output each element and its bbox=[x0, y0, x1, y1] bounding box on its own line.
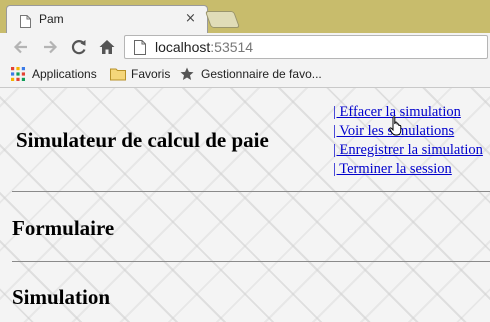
star-icon bbox=[180, 67, 194, 84]
back-arrow-icon[interactable] bbox=[11, 37, 31, 57]
close-tab-icon[interactable]: × bbox=[185, 11, 196, 27]
tab-title: Pam bbox=[39, 12, 64, 26]
url-text: localhost:53514 bbox=[155, 39, 253, 55]
hand-cursor-icon bbox=[389, 116, 403, 140]
section-heading-formulaire: Formulaire bbox=[12, 216, 115, 240]
browser-toolbar: localhost:53514 bbox=[0, 33, 490, 62]
bookmark-label: Gestionnaire de favo... bbox=[201, 67, 322, 81]
page-icon bbox=[20, 13, 31, 28]
divider bbox=[12, 191, 490, 192]
link-terminer-session[interactable]: | Terminer la session bbox=[333, 160, 483, 179]
url-port: :53514 bbox=[210, 39, 254, 55]
divider bbox=[12, 261, 490, 262]
section-heading-simulation: Simulation bbox=[12, 285, 111, 309]
bookmark-label: Favoris bbox=[131, 67, 171, 81]
reload-icon[interactable] bbox=[69, 37, 89, 57]
tab-strip: Pam × bbox=[0, 0, 490, 35]
link-effacer-simulation[interactable]: | Effacer la simulation bbox=[333, 103, 483, 122]
tab-pam[interactable]: Pam × bbox=[6, 5, 208, 35]
address-bar[interactable]: localhost:53514 bbox=[124, 35, 488, 59]
action-links: | Effacer la simulation | Voir les simul… bbox=[333, 103, 483, 179]
link-enregistrer-simulation[interactable]: | Enregistrer la simulation bbox=[333, 141, 483, 160]
page-icon bbox=[134, 40, 146, 59]
home-icon[interactable] bbox=[97, 37, 117, 57]
bookmark-label: Applications bbox=[32, 67, 97, 81]
forward-arrow-icon[interactable] bbox=[40, 37, 60, 57]
link-voir-simulations[interactable]: | Voir les simulations bbox=[333, 122, 483, 141]
page-title: Simulateur de calcul de paie bbox=[16, 128, 269, 152]
apps-grid-icon bbox=[11, 67, 25, 84]
bookmarks-bar: Applications Favoris Gestionnaire de fav… bbox=[0, 62, 490, 88]
new-tab-button[interactable] bbox=[204, 11, 241, 28]
url-host: localhost bbox=[155, 39, 211, 55]
page-content: Simulateur de calcul de paie | Effacer l… bbox=[0, 88, 490, 322]
folder-icon bbox=[110, 67, 126, 84]
